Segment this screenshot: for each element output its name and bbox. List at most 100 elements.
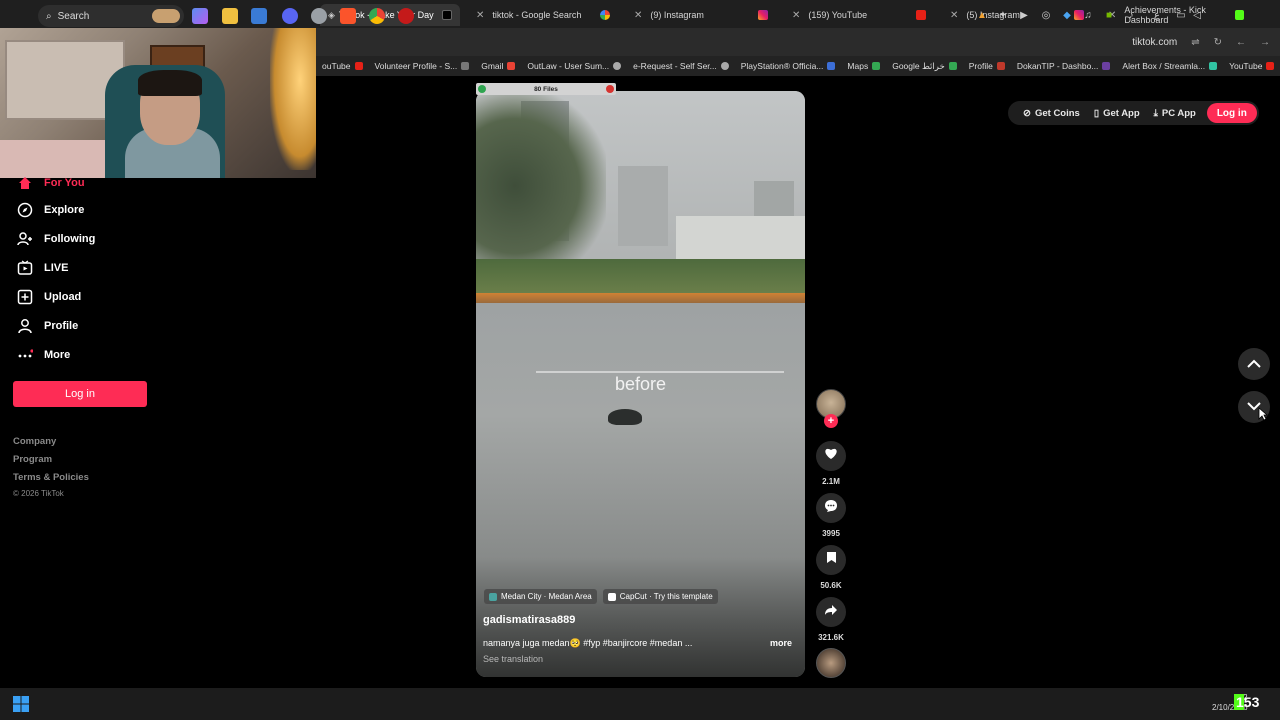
bookmark-item[interactable]: ouTube bbox=[316, 61, 369, 71]
forward-icon[interactable]: → bbox=[1260, 37, 1270, 48]
chrome-icon[interactable] bbox=[369, 8, 385, 24]
close-tab-icon[interactable]: ✕ bbox=[950, 10, 958, 21]
comment-button[interactable] bbox=[816, 493, 846, 523]
tiktok-favicon-icon: ◈ bbox=[328, 9, 335, 20]
share-button[interactable] bbox=[816, 597, 846, 627]
see-translation-link[interactable]: See translation bbox=[483, 654, 543, 664]
language-icon[interactable]: ع bbox=[1151, 9, 1163, 21]
nvidia-icon[interactable]: ■ bbox=[1103, 9, 1115, 21]
profile-icon bbox=[996, 62, 1005, 70]
music-disc-icon[interactable] bbox=[816, 648, 846, 678]
video-lane-marking bbox=[536, 371, 784, 373]
like-button[interactable] bbox=[816, 441, 846, 471]
bookmark-item[interactable]: DokanTIP - Dashbo... bbox=[1011, 61, 1117, 71]
back-icon[interactable]: ← bbox=[1236, 37, 1246, 48]
copyright: © 2026 TikTok bbox=[13, 489, 64, 498]
close-tab-icon[interactable]: ✕ bbox=[634, 10, 642, 21]
pc-app-button[interactable]: ⤓ PC App bbox=[1147, 108, 1203, 119]
discord-icon[interactable] bbox=[282, 8, 298, 24]
record-app-icon[interactable] bbox=[398, 8, 414, 24]
home-icon bbox=[16, 174, 34, 192]
files-widget[interactable]: 80 Files bbox=[476, 83, 616, 95]
tab-google-search[interactable]: ✕ tiktok - Google Search bbox=[468, 4, 618, 26]
bookmark-item[interactable]: e-Request - Self Ser... bbox=[627, 61, 735, 71]
get-coins-button[interactable]: ⊘ Get Coins bbox=[1016, 108, 1087, 119]
maps-icon bbox=[948, 62, 957, 70]
comment-icon bbox=[824, 499, 838, 518]
tab-instagram-1[interactable]: ✕ (9) Instagram bbox=[626, 4, 776, 26]
follow-plus-icon[interactable]: + bbox=[824, 414, 838, 428]
microphone-icon[interactable]: ♪ bbox=[1125, 9, 1137, 21]
reload-icon[interactable]: ↻ bbox=[1214, 37, 1222, 48]
bookmark-icon bbox=[461, 62, 470, 70]
brave-icon[interactable] bbox=[340, 8, 356, 24]
caption-more-button[interactable]: more bbox=[770, 638, 792, 648]
kick-icon bbox=[1235, 10, 1244, 20]
kick-counter: 153 bbox=[1234, 694, 1260, 710]
chevron-up-icon bbox=[1247, 355, 1261, 373]
bookmark-item[interactable]: OutLaw - User Sum... bbox=[521, 61, 627, 71]
sidebar-item-for-you[interactable]: For You bbox=[16, 174, 85, 192]
footer-link-program[interactable]: Program bbox=[13, 454, 52, 465]
close-tab-icon[interactable]: ✕ bbox=[476, 10, 484, 21]
bookmark-item[interactable]: Gmail bbox=[475, 61, 521, 71]
sidebar-item-profile[interactable]: Profile bbox=[16, 317, 78, 335]
obs-icon[interactable] bbox=[311, 8, 327, 24]
file-explorer-icon[interactable] bbox=[222, 8, 238, 24]
taskbar-search[interactable]: ⌕ Search bbox=[38, 5, 184, 27]
previous-video-button[interactable] bbox=[1238, 348, 1270, 380]
youtube-icon bbox=[354, 62, 363, 70]
webcam-streamer-hair bbox=[138, 70, 202, 96]
sidebar-login-button[interactable]: Log in bbox=[13, 381, 147, 407]
store-icon[interactable] bbox=[251, 8, 267, 24]
tray-icon[interactable]: ✦ bbox=[997, 9, 1009, 21]
header-login-button[interactable]: Log in bbox=[1206, 103, 1257, 123]
share-count: 321.6K bbox=[818, 633, 844, 642]
plus-square-icon bbox=[16, 288, 34, 306]
location-pin-icon bbox=[489, 592, 497, 601]
video-curb bbox=[476, 293, 805, 303]
download-icon: ⤓ bbox=[1153, 107, 1158, 119]
gmail-icon bbox=[507, 62, 516, 70]
save-count: 50.6K bbox=[820, 581, 842, 590]
taskbar bbox=[0, 688, 1280, 720]
windows-start-icon[interactable] bbox=[13, 696, 29, 712]
close-tab-icon[interactable]: ✕ bbox=[792, 10, 800, 21]
location-chip[interactable]: Medan City · Medan Area bbox=[484, 589, 597, 604]
save-button[interactable] bbox=[816, 545, 846, 575]
search-highlight-icon bbox=[152, 9, 180, 23]
close-icon[interactable] bbox=[606, 85, 614, 93]
bookmark-item[interactable]: Profile bbox=[963, 61, 1011, 71]
sidebar-item-more[interactable]: More bbox=[16, 346, 70, 364]
headset-icon[interactable]: ♫ bbox=[1082, 9, 1094, 21]
bookmark-item[interactable]: Alert Box / Streamla... bbox=[1116, 61, 1223, 71]
tray-icon[interactable]: ▲ bbox=[976, 9, 988, 21]
footer-link-terms[interactable]: Terms & Policies bbox=[13, 472, 89, 483]
video-author-username[interactable]: gadismatirasa889 bbox=[483, 614, 575, 626]
sidebar-item-upload[interactable]: Upload bbox=[16, 288, 81, 306]
bookmark-item[interactable]: PlayStation® Officia... bbox=[735, 61, 842, 71]
tab-youtube[interactable]: ✕ (159) YouTube bbox=[784, 4, 934, 26]
capcut-template-chip[interactable]: CapCut · Try this template bbox=[602, 589, 718, 604]
bookmark-item[interactable]: Maps bbox=[841, 61, 886, 71]
video-trees bbox=[476, 91, 606, 281]
tray-icon[interactable]: ◎ bbox=[1040, 9, 1052, 21]
user-follow-icon bbox=[16, 230, 34, 248]
sidebar-item-explore[interactable]: Explore bbox=[16, 201, 84, 219]
heart-icon bbox=[824, 447, 838, 465]
sidebar-item-live[interactable]: LIVE bbox=[16, 259, 68, 277]
tray-icon[interactable]: ◆ bbox=[1061, 9, 1073, 21]
footer-link-company[interactable]: Company bbox=[13, 436, 56, 447]
tray-icon[interactable]: ▶ bbox=[1018, 9, 1030, 21]
site-settings-icon[interactable]: ⇌ bbox=[1191, 37, 1199, 48]
bookmark-item[interactable]: YouTube bbox=[1223, 61, 1280, 71]
url-text[interactable]: tiktok.com bbox=[1132, 37, 1177, 48]
volume-icon[interactable]: ◁ bbox=[1191, 9, 1203, 21]
bookmark-item[interactable]: Google خرائط bbox=[886, 61, 963, 72]
sidebar-item-following[interactable]: Following bbox=[16, 230, 95, 248]
video-chips: Medan City · Medan Area CapCut · Try thi… bbox=[484, 589, 718, 604]
get-app-button[interactable]: ▯ Get App bbox=[1087, 108, 1147, 119]
network-icon[interactable]: ▭ bbox=[1175, 9, 1187, 21]
bookmark-item[interactable]: Volunteer Profile - S... bbox=[369, 61, 476, 71]
copilot-icon[interactable] bbox=[192, 8, 208, 24]
